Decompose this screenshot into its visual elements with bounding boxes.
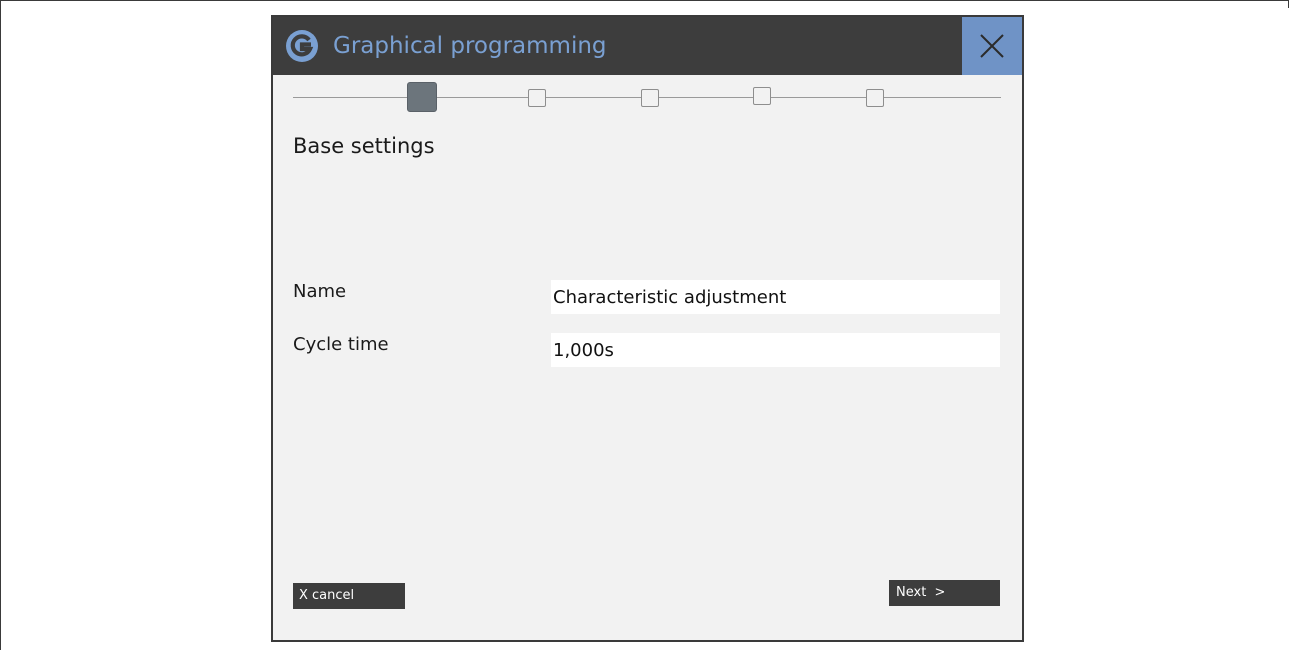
- section-title: Base settings: [293, 134, 435, 158]
- next-button[interactable]: Next >: [889, 580, 1000, 606]
- name-label: Name: [293, 281, 347, 302]
- graphical-programming-dialog: Graphical programming Base settings Name…: [271, 15, 1024, 642]
- logo-icon: [285, 29, 319, 63]
- dialog-titlebar: Graphical programming: [273, 17, 1022, 75]
- wizard-step-3[interactable]: [641, 89, 659, 107]
- close-icon: [980, 34, 1004, 58]
- cancel-button[interactable]: X cancel: [293, 583, 405, 609]
- dialog-title: Graphical programming: [333, 33, 607, 59]
- name-input[interactable]: [551, 280, 1000, 314]
- wizard-stepper: [293, 81, 1001, 117]
- wizard-step-1[interactable]: [407, 82, 437, 112]
- wizard-step-2[interactable]: [528, 89, 546, 107]
- wizard-step-4[interactable]: [753, 87, 771, 105]
- close-button[interactable]: [962, 17, 1022, 75]
- wizard-step-5[interactable]: [866, 89, 884, 107]
- cycle-time-input[interactable]: [551, 333, 1000, 367]
- cycle-time-label: Cycle time: [293, 334, 389, 355]
